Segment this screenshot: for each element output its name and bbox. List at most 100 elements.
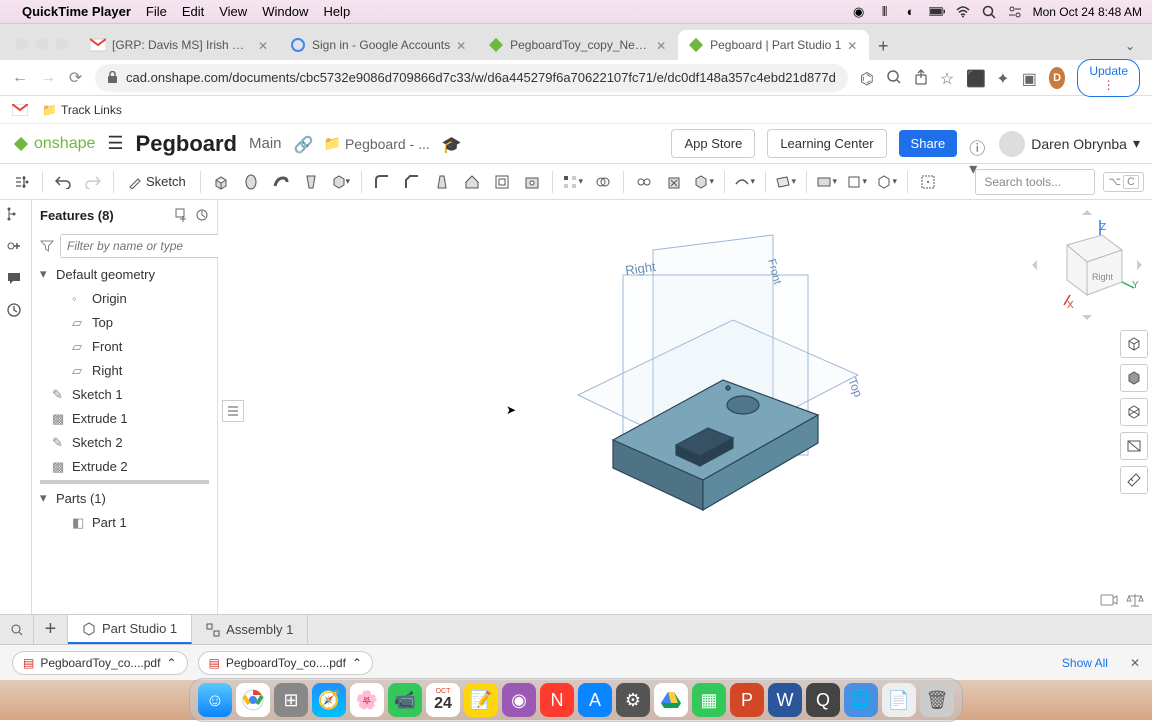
tab-part-studio[interactable]: Part Studio 1 — [68, 615, 192, 644]
rail-comment-icon[interactable] — [6, 270, 26, 290]
dock-facetime[interactable]: 📹 — [388, 683, 422, 717]
branch-name[interactable]: Main — [249, 135, 282, 152]
browser-update-button[interactable]: Update ⋮ — [1077, 59, 1140, 97]
sweep-tool-icon[interactable] — [267, 168, 295, 196]
tab-close-icon[interactable]: ✕ — [456, 39, 468, 51]
transform-tool-icon[interactable] — [630, 168, 658, 196]
dock-quicktime[interactable]: Q — [806, 683, 840, 717]
tree-top-plane[interactable]: ▱ Top — [32, 310, 217, 334]
tab-search-button[interactable] — [0, 615, 34, 644]
help-icon[interactable]: ⓘ ▾ — [969, 135, 987, 153]
loft-tool-icon[interactable] — [297, 168, 325, 196]
bookmark-track-links[interactable]: 📁Track Links — [42, 103, 122, 117]
learning-center-button[interactable]: Learning Center — [767, 129, 886, 158]
status-icon-3[interactable]: ◐ — [903, 4, 919, 20]
view-cube[interactable]: Right Z Y X — [1032, 210, 1142, 320]
menu-file[interactable]: File — [146, 4, 167, 19]
back-button[interactable]: ← — [12, 68, 28, 88]
bookmark-star-icon[interactable]: ☆ — [940, 69, 954, 87]
dock-settings[interactable]: ⚙ — [616, 683, 650, 717]
dock-trash[interactable]: 🗑 — [920, 683, 954, 717]
onshape-logo[interactable]: onshape — [12, 135, 95, 153]
thicken-tool-icon[interactable]: ▾ — [327, 168, 355, 196]
chevron-up-icon[interactable]: ⌃ — [352, 656, 362, 670]
new-tab-button[interactable]: + — [869, 32, 897, 60]
url-field[interactable]: cad.onshape.com/documents/cbc5732e9086d7… — [95, 64, 848, 92]
view-iso-button[interactable] — [1120, 330, 1148, 358]
view-measure-button[interactable] — [1120, 466, 1148, 494]
bookmark-gmail[interactable] — [12, 104, 28, 116]
hole-tool-icon[interactable] — [518, 168, 546, 196]
window-close-button[interactable] — [16, 38, 28, 50]
tree-parts-header[interactable]: ▾ Parts (1) — [32, 486, 217, 510]
tool-config-icon[interactable] — [8, 168, 36, 196]
chevron-up-icon[interactable]: ⌃ — [166, 656, 176, 670]
boolean-tool-icon[interactable] — [589, 168, 617, 196]
dock-news[interactable]: N — [540, 683, 574, 717]
filter-input[interactable] — [60, 234, 231, 258]
fillet-tool-icon[interactable] — [368, 168, 396, 196]
undo-button[interactable] — [49, 168, 77, 196]
window-maximize-button[interactable] — [56, 38, 68, 50]
tab-close-icon[interactable]: ✕ — [656, 39, 668, 51]
tree-sketch2[interactable]: ✎ Sketch 2 — [32, 430, 217, 454]
surface-tool-icon[interactable]: ▾ — [731, 168, 759, 196]
browser-tab-3[interactable]: Pegboard | Part Studio 1 ✕ — [678, 30, 869, 60]
rib-tool-icon[interactable] — [458, 168, 486, 196]
rail-history-icon[interactable] — [6, 302, 26, 322]
delete-tool-icon[interactable] — [660, 168, 688, 196]
select-tool-icon[interactable] — [914, 168, 942, 196]
download-item-2[interactable]: ▤ PegboardToy_co....pdf ⌃ — [198, 651, 374, 675]
pattern-tool-icon[interactable]: ▾ — [559, 168, 587, 196]
hamburger-menu-icon[interactable]: ☰ — [107, 133, 123, 154]
rail-add-icon[interactable] — [6, 238, 26, 258]
tree-part1[interactable]: ◧ Part 1 — [32, 510, 217, 534]
frame-tool-icon[interactable]: ▾ — [843, 168, 871, 196]
extrude-tool-icon[interactable] — [207, 168, 235, 196]
extension-icon[interactable]: ⬛ — [966, 69, 984, 87]
browser-tab-0[interactable]: [GRP: Davis MS] Irish Period T ✕ — [80, 30, 280, 60]
status-icon-1[interactable]: ◉ — [851, 4, 867, 20]
window-minimize-button[interactable] — [36, 38, 48, 50]
revolve-tool-icon[interactable] — [237, 168, 265, 196]
view-wireframe-button[interactable] — [1120, 398, 1148, 426]
dock-podcasts[interactable]: ◉ — [502, 683, 536, 717]
filter-icon[interactable] — [40, 239, 54, 253]
scales-icon[interactable] — [1126, 592, 1144, 608]
modify-tool-icon[interactable]: ▾ — [690, 168, 718, 196]
search-icon[interactable] — [981, 4, 997, 20]
feature-add-icon[interactable] — [175, 208, 189, 222]
tree-default-geometry[interactable]: ▾ Default geometry — [32, 262, 217, 286]
share-icon[interactable] — [914, 69, 928, 87]
app-store-button[interactable]: App Store — [671, 129, 755, 158]
camera-icon[interactable] — [1100, 592, 1118, 608]
folder-breadcrumb[interactable]: 📁Pegboard - ... — [324, 135, 430, 152]
dock-globe[interactable]: 🌐 — [844, 683, 878, 717]
panel-toggle-button[interactable] — [222, 400, 244, 422]
dock-photos[interactable]: 🌸 — [350, 683, 384, 717]
document-title[interactable]: Pegboard — [136, 131, 237, 157]
view-shaded-button[interactable] — [1120, 364, 1148, 392]
tab-overflow-button[interactable]: ⌄ — [1116, 32, 1144, 60]
sidepanel-icon[interactable]: ▣ — [1022, 69, 1037, 87]
dock-powerpoint[interactable]: P — [730, 683, 764, 717]
redo-button[interactable] — [79, 168, 107, 196]
tree-front-plane[interactable]: ▱ Front — [32, 334, 217, 358]
menu-edit[interactable]: Edit — [182, 4, 204, 19]
sketch-button[interactable]: Sketch — [120, 170, 194, 193]
tree-right-plane[interactable]: ▱ Right — [32, 358, 217, 382]
tree-extrude1[interactable]: ▩ Extrude 1 — [32, 406, 217, 430]
status-icon-2[interactable]: ⦀ — [877, 4, 893, 20]
draft-tool-icon[interactable] — [428, 168, 456, 196]
search-tools-input[interactable]: Search tools... — [975, 169, 1095, 195]
shell-tool-icon[interactable] — [488, 168, 516, 196]
dock-notes[interactable]: 📝 — [464, 683, 498, 717]
chamfer-tool-icon[interactable] — [398, 168, 426, 196]
menubar-datetime[interactable]: Mon Oct 24 8:48 AM — [1033, 5, 1142, 19]
tree-sketch1[interactable]: ✎ Sketch 1 — [32, 382, 217, 406]
menu-view[interactable]: View — [219, 4, 247, 19]
active-app-name[interactable]: QuickTime Player — [22, 4, 131, 19]
show-all-downloads[interactable]: Show All — [1062, 656, 1108, 670]
zoom-icon[interactable] — [886, 69, 902, 87]
view-section-button[interactable] — [1120, 432, 1148, 460]
